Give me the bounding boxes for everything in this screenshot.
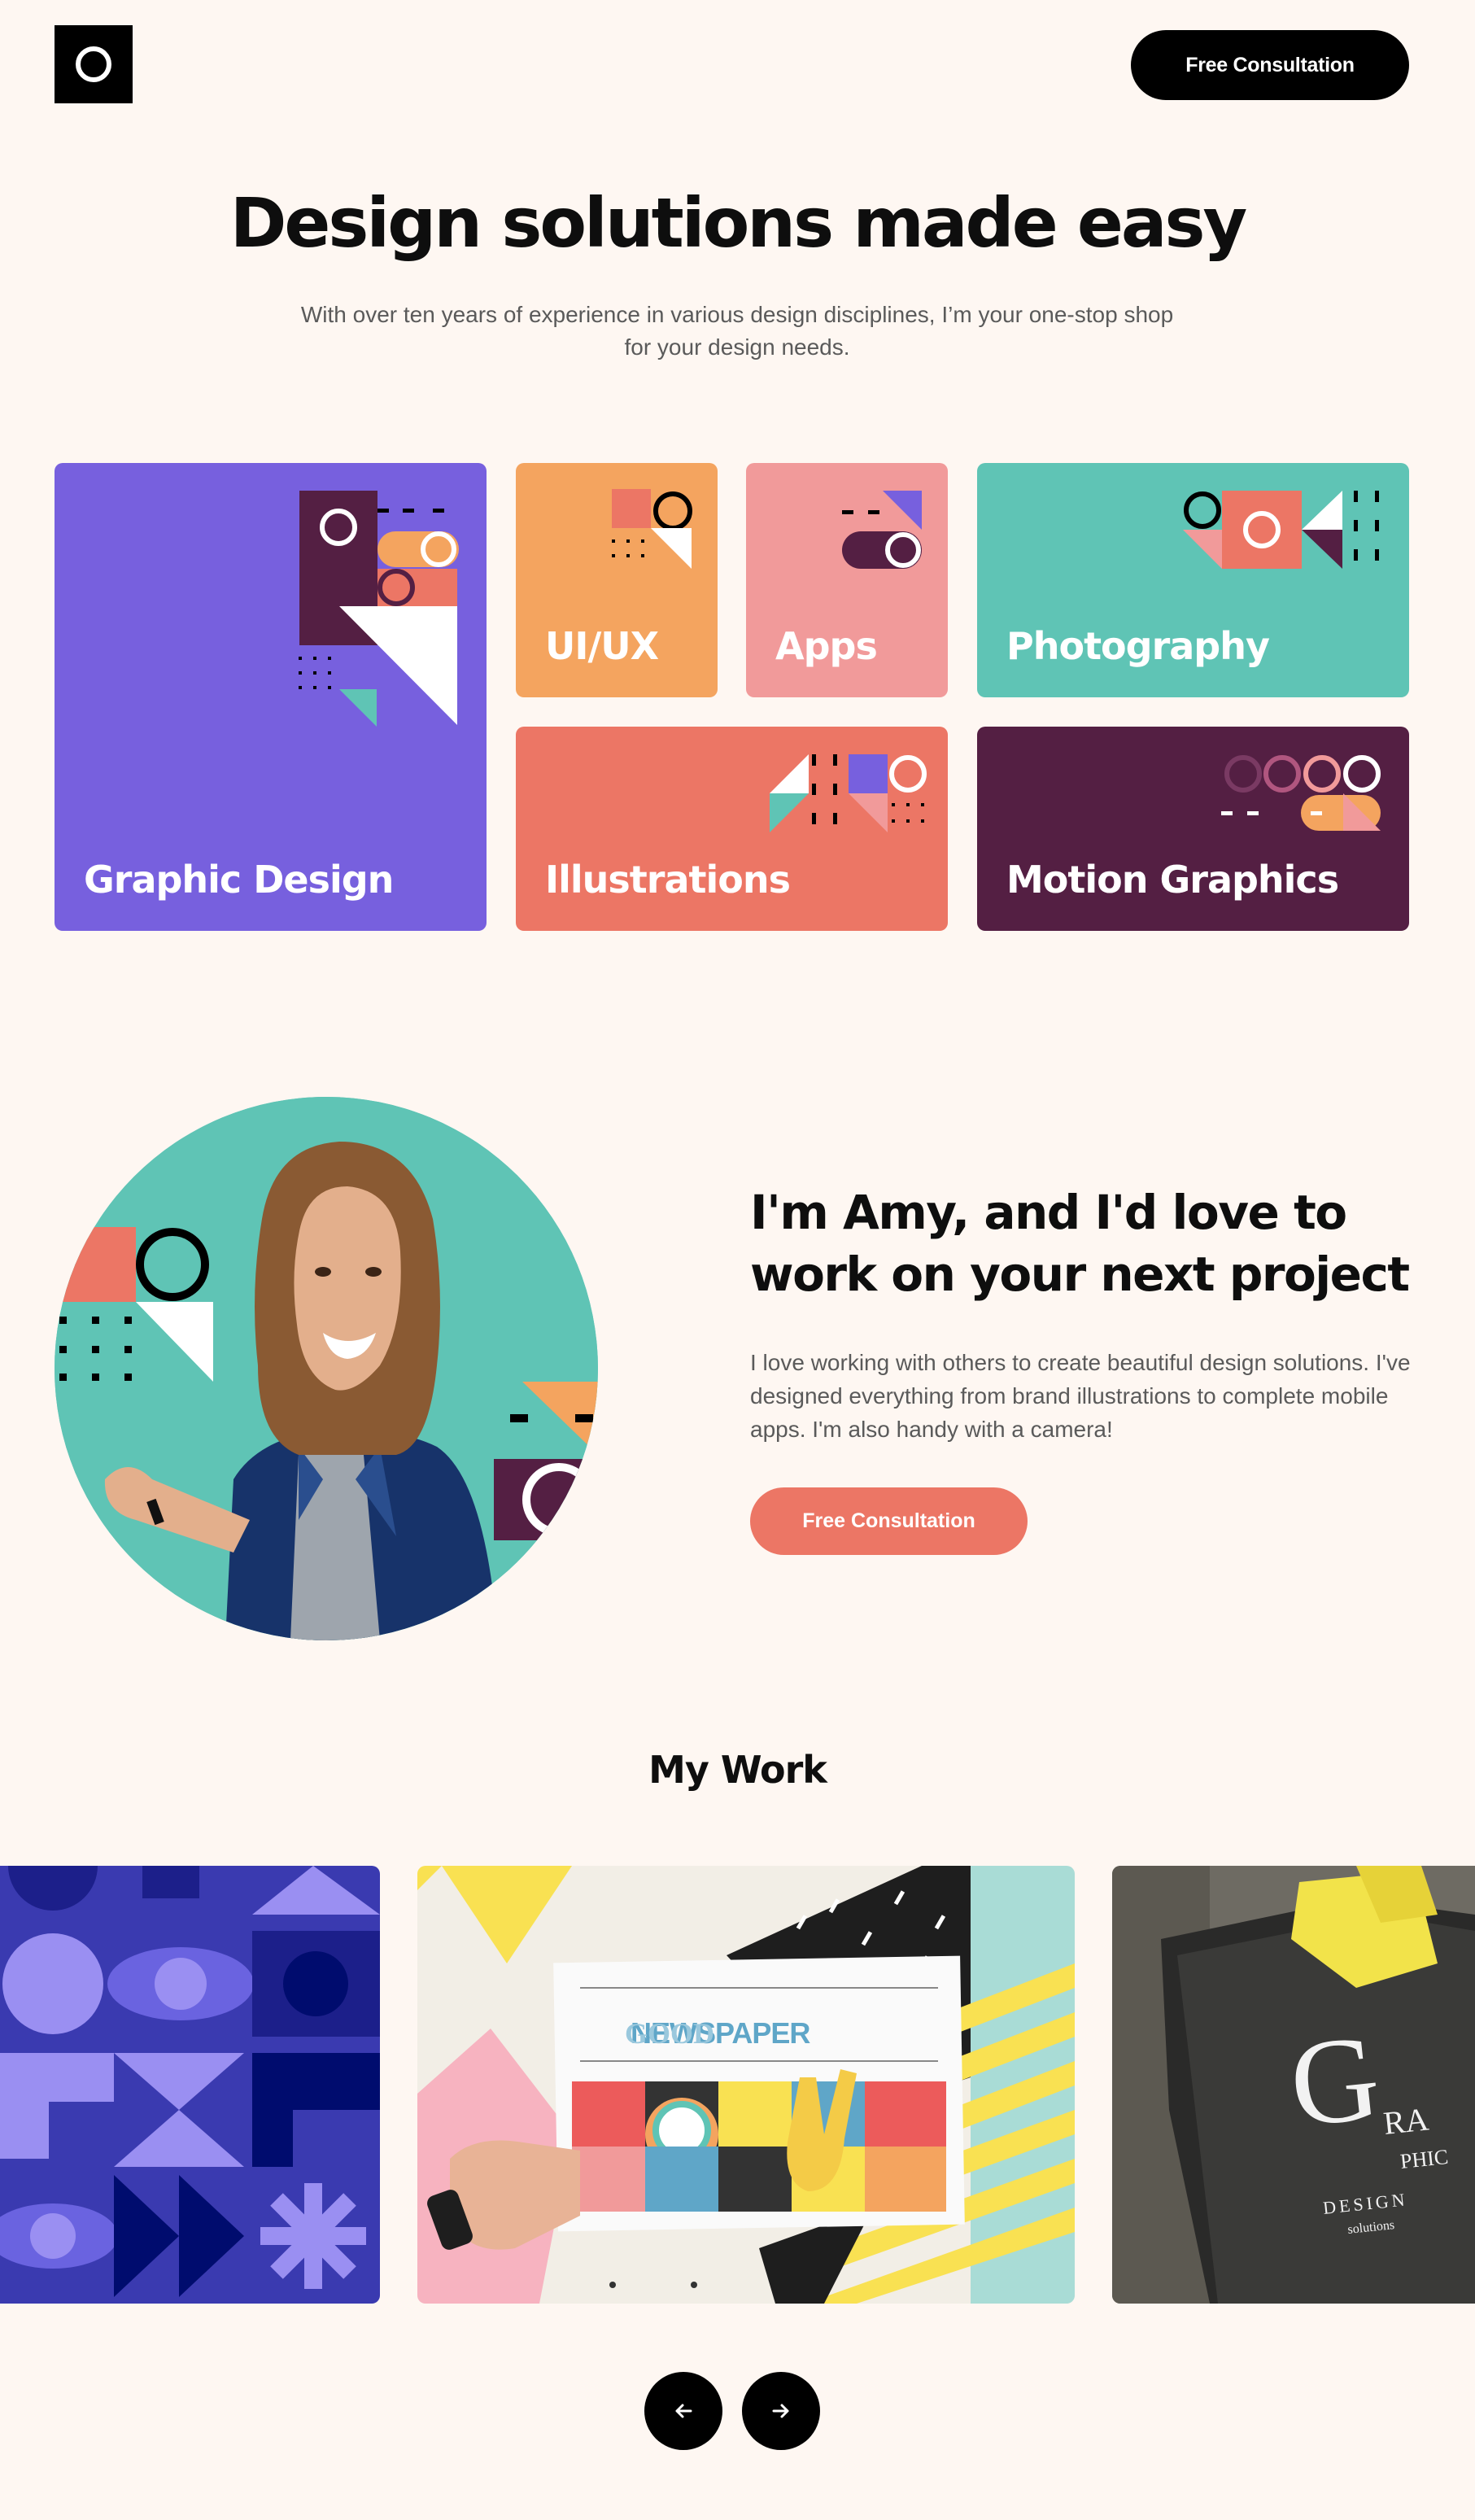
portrait-illustration [55, 1097, 598, 1640]
ring-logo-icon [76, 46, 111, 82]
work-item-geometric-pattern[interactable] [0, 1866, 380, 2304]
carousel-next-button[interactable] [742, 2372, 820, 2450]
about-text: I love working with others to create bea… [750, 1350, 1411, 1442]
service-card-illustrations[interactable]: Illustrations [516, 727, 948, 931]
svg-text:G: G [1284, 2009, 1386, 2152]
service-card-apps[interactable]: Apps [746, 463, 948, 697]
work-item-graphic-design-book[interactable]: G RA PHIC DESIGN solutions [1112, 1866, 1475, 2304]
logo[interactable] [55, 25, 133, 103]
service-label: Illustrations [545, 858, 791, 902]
service-card-graphic-design[interactable]: Graphic Design [55, 463, 487, 931]
work-title: My Work [648, 1748, 827, 1792]
service-label: Graphic Design [84, 858, 394, 902]
arrow-left-icon [675, 2404, 692, 2418]
free-consultation-button[interactable]: Free Consultation [1131, 30, 1409, 100]
service-label: Photography [1006, 624, 1270, 668]
ui-ux-illustration [612, 489, 692, 569]
carousel-prev-button[interactable] [644, 2372, 722, 2450]
service-card-photography[interactable]: Photography [977, 463, 1409, 697]
arrow-right-icon [772, 2404, 789, 2418]
hero-subtitle: With over ten years of experience in var… [300, 302, 1174, 360]
good-newspaper-artwork: NEWSPAPER GOOD [417, 1866, 1075, 2304]
svg-text:RA: RA [1381, 2100, 1430, 2142]
service-label: Apps [775, 624, 878, 668]
service-card-motion-graphics[interactable]: Motion Graphics [977, 727, 1409, 931]
service-label: Motion Graphics [1006, 858, 1339, 902]
graphic-design-illustration [299, 491, 459, 727]
graphic-design-book-artwork: G RA PHIC DESIGN solutions [1112, 1866, 1475, 2304]
about-title: I'm Amy, and I'd love to work on your ne… [750, 1185, 1410, 1302]
illustrations-illustration [770, 754, 927, 832]
motion-graphics-illustration [1221, 755, 1381, 831]
amy-portrait [55, 1097, 598, 1640]
free-consultation-button[interactable]: Free Consultation [750, 1487, 1028, 1555]
photography-illustration [1183, 491, 1379, 569]
service-label: UI/UX [545, 624, 659, 668]
svg-text:PHIC: PHIC [1399, 2145, 1450, 2173]
svg-text:GOOD: GOOD [625, 2017, 714, 2050]
geometric-pattern-artwork [0, 1866, 380, 2304]
service-card-ui-ux[interactable]: UI/UX [516, 463, 718, 697]
work-item-good-newspaper[interactable]: NEWSPAPER GOOD [417, 1866, 1075, 2304]
apps-illustration [842, 491, 922, 569]
hero-title: Design solutions made easy [229, 183, 1248, 263]
